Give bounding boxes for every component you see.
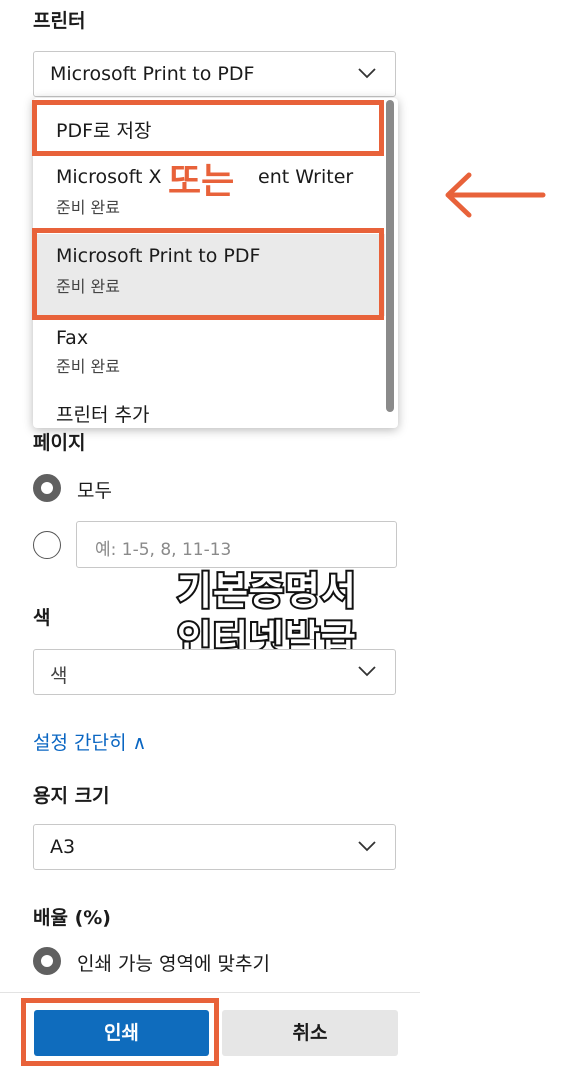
- menu-item-label: Microsoft X: [56, 166, 162, 188]
- pages-all-radio[interactable]: [33, 474, 61, 502]
- color-heading: 색: [33, 607, 51, 629]
- pages-heading: 페이지: [33, 432, 86, 454]
- menu-item-status: 준비 완료: [56, 357, 120, 376]
- pages-all-label: 모두: [77, 480, 112, 502]
- menu-item-status: 준비 완료: [56, 198, 120, 217]
- printer-select[interactable]: Microsoft Print to PDF: [33, 51, 396, 97]
- pages-range-placeholder: 예: 1-5, 8, 11-13: [95, 540, 232, 560]
- menu-item-add-printer[interactable]: 프린터 추가: [33, 386, 385, 428]
- chevron-down-icon: [358, 68, 376, 79]
- printer-heading: 프린터: [33, 10, 86, 32]
- settings-toggle-link[interactable]: 설정 간단히 ∧: [33, 728, 146, 755]
- cancel-button[interactable]: 취소: [222, 1010, 398, 1056]
- chevron-down-icon: [358, 841, 376, 852]
- menu-item-label: Fax: [56, 327, 89, 349]
- save-pdf-highlight: [32, 100, 384, 156]
- overlay-title-line1: 기본증명서: [175, 567, 358, 615]
- paper-size-value: A3: [50, 836, 76, 858]
- paper-size-select[interactable]: A3: [33, 824, 396, 870]
- color-select-value: 색: [50, 665, 68, 687]
- menu-item-label-suffix: ent Writer: [258, 166, 354, 188]
- chevron-down-icon: [358, 666, 376, 677]
- scale-fit-radio[interactable]: [33, 947, 61, 975]
- scale-heading: 배율 (%): [33, 907, 111, 929]
- menu-item-label: 프린터 추가: [56, 404, 150, 426]
- print-button-highlight: [21, 998, 219, 1066]
- arrow-left-icon: [445, 172, 546, 218]
- menu-scrollbar[interactable]: [386, 100, 394, 412]
- printer-select-value: Microsoft Print to PDF: [50, 63, 255, 85]
- print-to-pdf-highlight: [32, 228, 384, 320]
- or-label: 또는: [164, 160, 239, 204]
- scale-fit-label: 인쇄 가능 영역에 맞추기: [77, 953, 270, 975]
- footer-divider: [0, 992, 420, 993]
- color-select[interactable]: 색: [33, 649, 396, 695]
- menu-item-fax[interactable]: Fax 준비 완료: [33, 316, 385, 386]
- paper-size-heading: 용지 크기: [33, 785, 110, 807]
- pages-range-radio[interactable]: [33, 531, 61, 559]
